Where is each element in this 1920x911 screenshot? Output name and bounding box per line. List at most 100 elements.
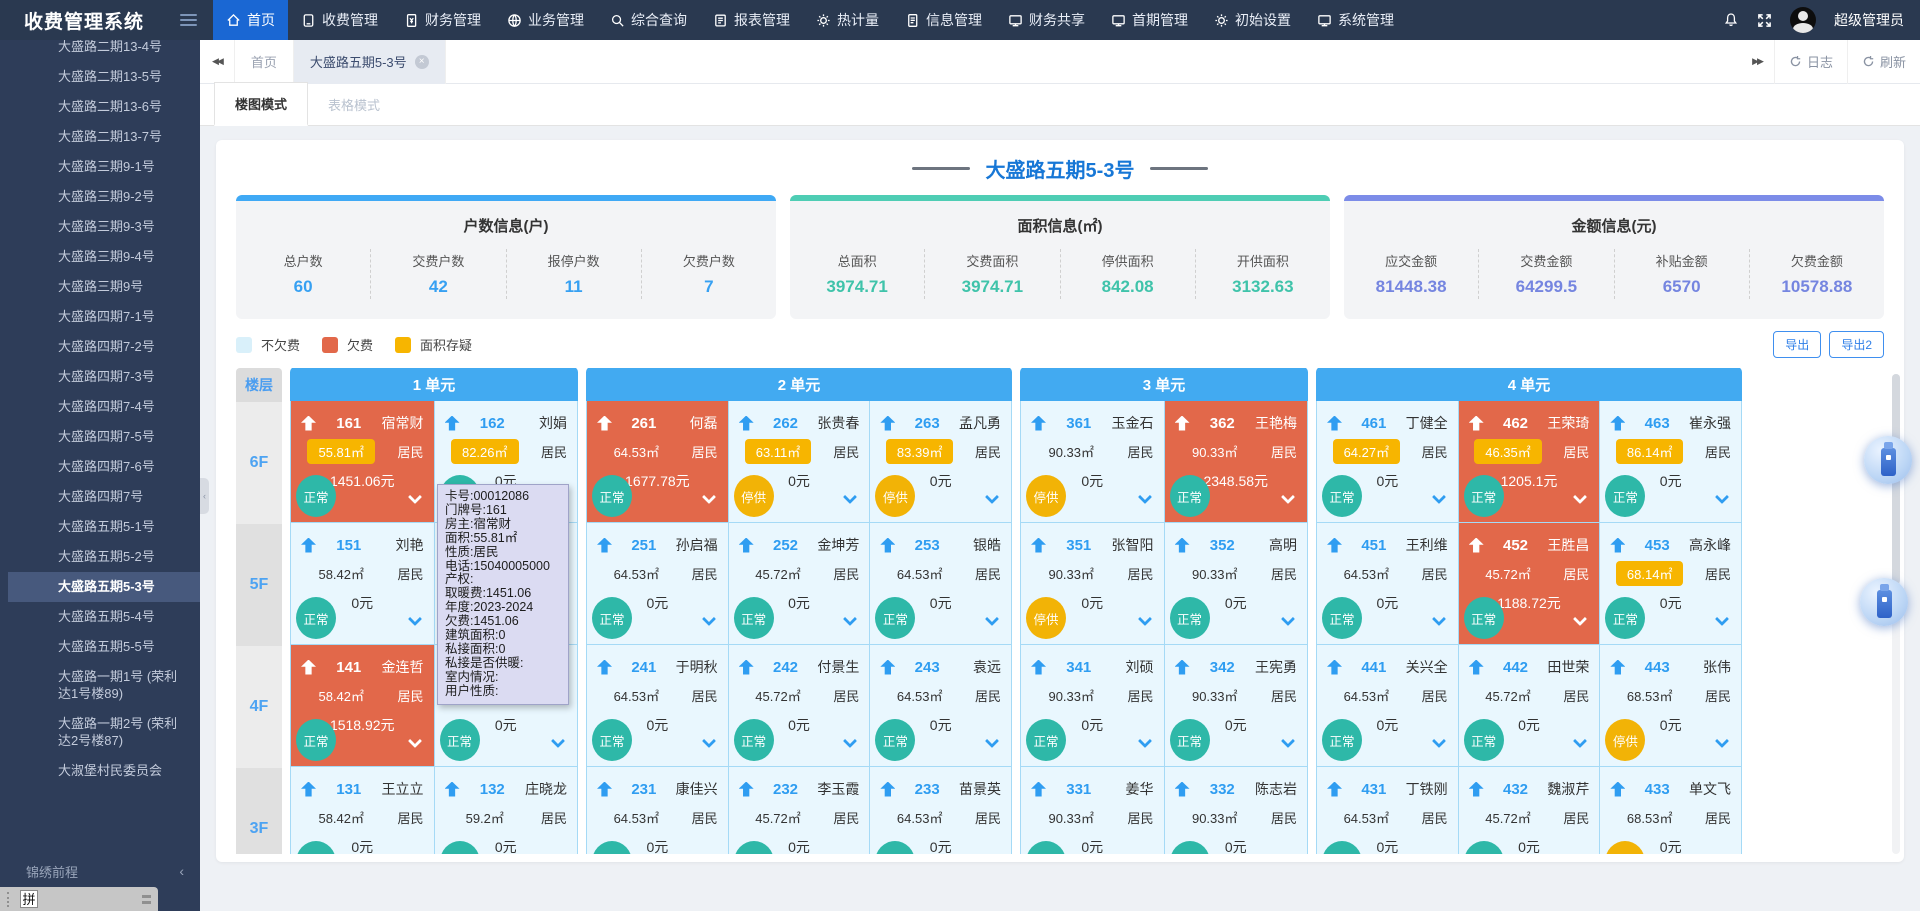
sidebar-item-building[interactable]: 大盛路一期2号 (荣利达2号楼87) [0,709,200,756]
chevron-down-icon[interactable] [702,734,716,748]
room-cell[interactable]: 351 张智阳 90.33㎡ 居民 0元 停供 [1021,523,1165,644]
avatar[interactable] [1790,7,1816,33]
chevron-down-icon[interactable] [407,734,421,748]
sidebar-item-building[interactable]: 大盛路一期1号 (荣利达1号楼89) [0,662,200,709]
chevron-down-icon[interactable] [1432,612,1446,626]
sidebar-item-building[interactable]: 大盛路五期5-4号 [0,602,200,632]
collapse-icon[interactable]: ‹ [179,863,184,879]
sidebar-item-building[interactable]: 大盛路四期7号 [0,482,200,512]
ime-options-icon[interactable] [142,895,151,904]
room-cell[interactable]: 431 丁铁刚 64.53㎡ 居民 0元 正常 [1317,767,1459,854]
chevron-down-icon[interactable] [1137,490,1151,504]
nav-menu-item[interactable]: 财务管理 [391,0,494,40]
chevron-down-icon[interactable] [1715,490,1729,504]
sidebar-item-building[interactable]: 大盛路五期5-2号 [0,542,200,572]
ime-toolbar[interactable]: 拼 [0,887,158,911]
view-mode-tab[interactable]: 楼图模式 [214,82,308,126]
page-tab[interactable]: 首页 × [234,40,294,84]
room-cell[interactable]: 131 王立立 58.42㎡ 居民 0元 正常 [291,767,435,854]
room-cell[interactable]: 232 李玉霞 45.72㎡ 居民 0元 正常 [729,767,871,854]
room-cell[interactable]: 242 付景生 45.72㎡ 居民 0元 正常 [729,645,871,766]
nav-menu-item[interactable]: 财务共享 [995,0,1098,40]
chevron-down-icon[interactable] [1715,612,1729,626]
sidebar-item-building[interactable]: 大盛路三期9-1号 [0,152,200,182]
nav-menu-item[interactable]: 信息管理 [892,0,995,40]
room-cell[interactable]: 341 刘硕 90.33㎡ 居民 0元 正常 [1021,645,1165,766]
chevron-down-icon[interactable] [1573,490,1587,504]
sidebar-item-building[interactable]: 大盛路二期13-4号 [0,40,200,62]
nav-menu-item[interactable]: 报表管理 [700,0,803,40]
room-cell[interactable]: 141 金连哲 58.42㎡ 居民 1518.92元 正常 [291,645,435,766]
room-cell[interactable]: 262 张贵春 63.11㎡ 居民 0元 停供 [729,401,871,522]
menu-toggle-icon[interactable] [180,14,197,26]
sidebar-item-building[interactable]: 大盛路四期7-6号 [0,452,200,482]
nav-menu-item[interactable]: 首页 [213,0,288,40]
page-tab[interactable]: 大盛路五期5-3号 × [294,40,446,84]
sidebar-item-building[interactable]: 大淑堡村民委员会 [0,756,200,786]
chevron-down-icon[interactable] [407,612,421,626]
chevron-down-icon[interactable] [702,490,716,504]
sidebar-item-building[interactable]: 大盛路二期13-7号 [0,122,200,152]
sidebar-item-building[interactable]: 大盛路三期9-3号 [0,212,200,242]
sidebar-item-building[interactable]: 大盛路四期7-3号 [0,362,200,392]
usb-widget-icon[interactable] [1864,436,1912,484]
room-cell[interactable]: 451 王利维 64.53㎡ 居民 0元 正常 [1317,523,1459,644]
sidebar-item-building[interactable]: 大盛路二期13-6号 [0,92,200,122]
export-button[interactable]: 导出 [1773,331,1821,358]
sidebar-item-building[interactable]: 大盛路三期9-2号 [0,182,200,212]
view-mode-tab[interactable]: 表格模式 [308,84,400,125]
room-cell[interactable]: 433 单文飞 68.53㎡ 居民 0元 停供 [1600,767,1741,854]
room-cell[interactable]: 243 袁远 64.53㎡ 居民 0元 正常 [870,645,1011,766]
sidebar-item-building[interactable]: 大盛路五期5-3号 [8,572,200,602]
nav-menu-item[interactable]: 系统管理 [1304,0,1407,40]
chevron-down-icon[interactable] [843,612,857,626]
room-cell[interactable]: 261 何磊 64.53㎡ 居民 1677.78元 正常 [587,401,729,522]
room-cell[interactable]: 432 魏淑芹 45.72㎡ 居民 0元 正常 [1459,767,1601,854]
tabs-scroll-left-icon[interactable]: ◀◀ [200,56,234,67]
room-cell[interactable]: 251 孙启福 64.53㎡ 居民 0元 正常 [587,523,729,644]
usb-widget-icon[interactable] [1860,578,1908,626]
chevron-down-icon[interactable] [551,734,565,748]
nav-menu-item[interactable]: 业务管理 [494,0,597,40]
sidebar-edge-handle[interactable]: ‹ [200,478,209,514]
chevron-down-icon[interactable] [407,490,421,504]
tabs-scroll-right-icon[interactable]: ▶▶ [1740,56,1774,67]
chevron-down-icon[interactable] [702,612,716,626]
room-cell[interactable]: 263 孟凡勇 83.39㎡ 居民 0元 停供 [870,401,1011,522]
room-cell[interactable]: 342 王宪勇 90.33㎡ 居民 0元 正常 [1165,645,1308,766]
room-cell[interactable]: 361 玉金石 90.33㎡ 居民 0元 停供 [1021,401,1165,522]
chevron-down-icon[interactable] [1432,734,1446,748]
sidebar-item-building[interactable]: 大盛路四期7-5号 [0,422,200,452]
chevron-down-icon[interactable] [1432,490,1446,504]
room-cell[interactable]: 452 王胜昌 45.72㎡ 居民 1188.72元 正常 [1459,523,1601,644]
room-cell[interactable]: 233 苗景英 64.53㎡ 居民 0元 正常 [870,767,1011,854]
room-cell[interactable]: 132 庄晓龙 59.2㎡ 居民 0元 正常 [435,767,578,854]
room-cell[interactable]: 332 陈志岩 90.33㎡ 居民 0元 正常 [1165,767,1308,854]
close-icon[interactable]: × [415,55,429,69]
chevron-down-icon[interactable] [1573,734,1587,748]
bell-icon[interactable] [1723,12,1739,28]
room-cell[interactable]: 441 关兴全 64.53㎡ 居民 0元 正常 [1317,645,1459,766]
room-cell[interactable]: 252 金坤芳 45.72㎡ 居民 0元 正常 [729,523,871,644]
export-button[interactable]: 导出2 [1829,331,1884,358]
sidebar-item-building[interactable]: 大盛路三期9-4号 [0,242,200,272]
refresh-button[interactable]: 刷新 [1847,40,1920,84]
chevron-down-icon[interactable] [1573,612,1587,626]
sidebar-item-building[interactable]: 大盛路五期5-5号 [0,632,200,662]
chevron-down-icon[interactable] [985,734,999,748]
fullscreen-icon[interactable] [1757,13,1772,28]
nav-menu-item[interactable]: 收费管理 [288,0,391,40]
sidebar-item-building[interactable]: 大盛路五期5-1号 [0,512,200,542]
chevron-down-icon[interactable] [843,490,857,504]
chevron-down-icon[interactable] [985,612,999,626]
chevron-down-icon[interactable] [985,490,999,504]
chevron-down-icon[interactable] [843,734,857,748]
room-cell[interactable]: 161 宿常财 55.81㎡ 居民 1451.06元 正常 [291,401,435,522]
room-cell[interactable]: 151 刘艳 58.42㎡ 居民 0元 正常 [291,523,435,644]
chevron-down-icon[interactable] [1137,612,1151,626]
chevron-down-icon[interactable] [1281,612,1295,626]
sidebar-item-building[interactable]: 大盛路四期7-1号 [0,302,200,332]
log-button[interactable]: 日志 [1774,40,1847,84]
chevron-down-icon[interactable] [1281,734,1295,748]
room-cell[interactable]: 463 崔永强 86.14㎡ 居民 0元 正常 [1600,401,1741,522]
